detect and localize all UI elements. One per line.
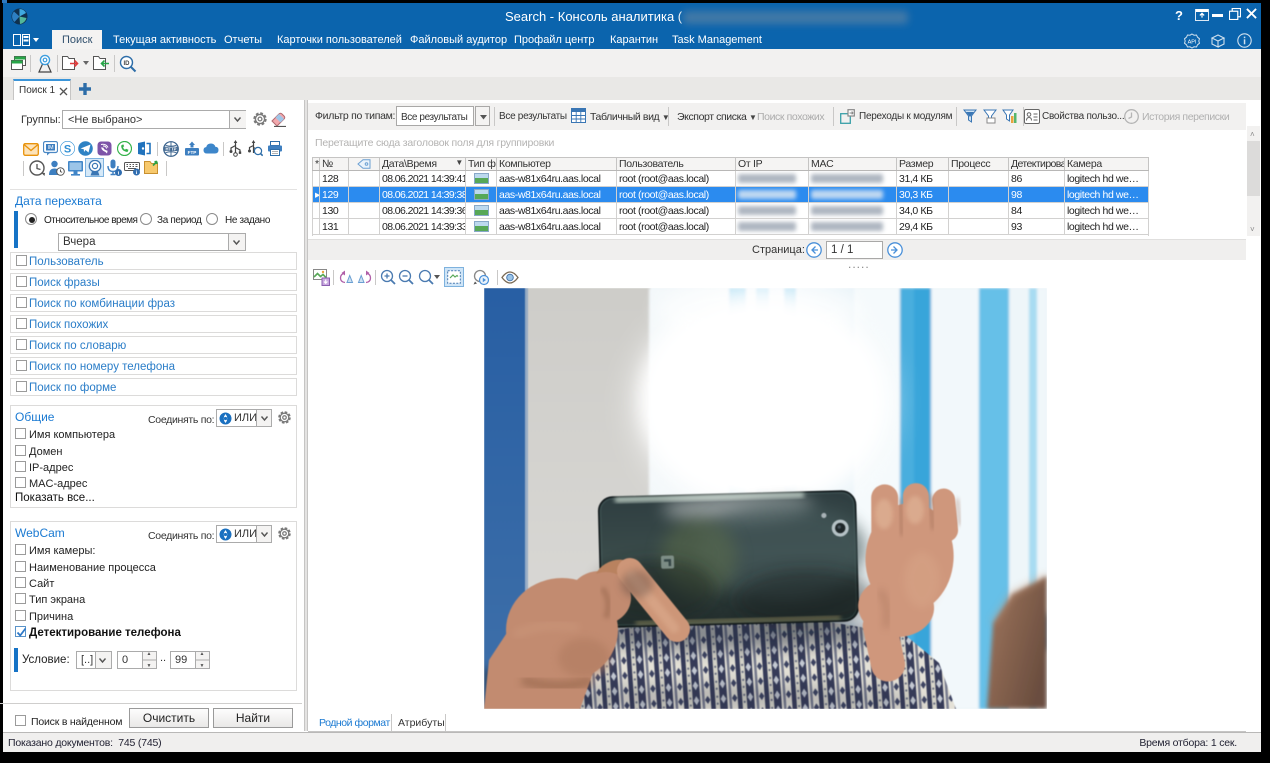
svg-text:FTP: FTP — [188, 150, 197, 155]
svg-text:IM: IM — [47, 145, 54, 151]
svg-text:HTTP: HTTP — [166, 146, 177, 151]
svg-text:ID: ID — [124, 61, 131, 67]
svg-text:S: S — [64, 143, 71, 155]
svg-text:API: API — [1188, 40, 1197, 46]
